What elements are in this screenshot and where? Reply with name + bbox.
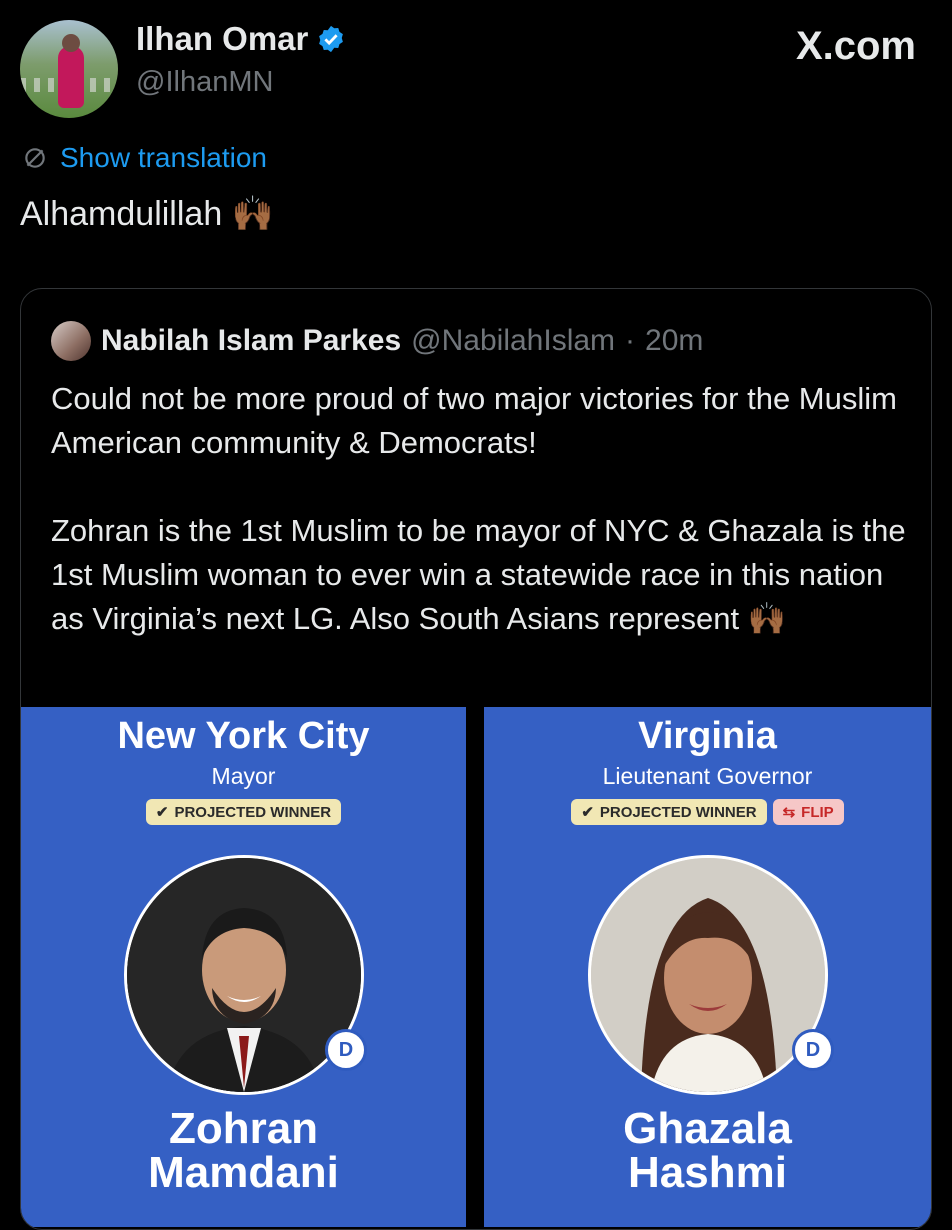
quoted-timestamp[interactable]: 20m xyxy=(645,324,703,358)
card-badges: ✔ PROJECTED WINNER ⇆ FLIP xyxy=(484,799,931,825)
party-badge-democrat: D xyxy=(792,1029,834,1071)
site-label: X.com xyxy=(795,24,916,68)
card-region: Virginia xyxy=(638,715,777,757)
show-translation-label[interactable]: Show translation xyxy=(60,142,267,174)
quoted-author-name[interactable]: Nabilah Islam Parkes xyxy=(101,324,401,358)
card-badges: ✔ PROJECTED WINNER xyxy=(21,799,466,825)
party-badge-democrat: D xyxy=(325,1029,367,1071)
candidate-name: Ghazala Hashmi xyxy=(484,1107,931,1195)
candidate-first-name: Ghazala xyxy=(623,1104,792,1153)
candidate-portrait xyxy=(587,855,828,1095)
checkmark-icon: ✔ xyxy=(581,804,594,821)
projected-winner-label: PROJECTED WINNER xyxy=(174,803,332,821)
verified-badge-icon xyxy=(319,25,344,53)
quoted-paragraph-2: Zohran is the 1st Muslim to be mayor of … xyxy=(51,513,906,636)
card-office: Lieutenant Governor xyxy=(602,763,813,789)
portrait-illustration xyxy=(590,858,825,1092)
election-card-nyc[interactable]: New York City Mayor ✔ PROJECTED WINNER D… xyxy=(21,707,466,1227)
flip-badge: ⇆ FLIP xyxy=(772,799,844,825)
quoted-avatar[interactable] xyxy=(51,321,91,361)
projected-winner-badge: ✔ PROJECTED WINNER xyxy=(145,799,342,825)
flip-label: FLIP xyxy=(801,803,834,821)
candidate-last-name: Hashmi xyxy=(628,1148,787,1197)
tweet-text: Alhamdulillah 🙌🏾 xyxy=(20,195,275,233)
translate-icon xyxy=(25,148,45,168)
quoted-header: Nabilah Islam Parkes @NabilahIslam · 20m xyxy=(51,321,703,361)
candidate-first-name: Zohran xyxy=(168,1104,319,1153)
author-name[interactable]: Ilhan Omar xyxy=(136,20,308,58)
flip-arrows-icon: ⇆ xyxy=(782,804,796,821)
candidate-last-name: Mamdani xyxy=(148,1148,339,1197)
avatar-figure xyxy=(58,46,84,108)
quoted-tweet[interactable]: Nabilah Islam Parkes @NabilahIslam · 20m C… xyxy=(20,288,932,1230)
checkmark-icon: ✔ xyxy=(155,804,169,821)
card-office: Mayor xyxy=(211,763,276,789)
quoted-paragraph-1: Could not be more proud of two major vic… xyxy=(51,381,897,460)
card-region: New York City xyxy=(117,715,370,757)
author-name-row[interactable]: Ilhan Omar xyxy=(136,20,346,58)
quoted-text: Could not be more proud of two major vic… xyxy=(51,377,911,685)
show-translation-link[interactable]: Show translation xyxy=(22,142,267,174)
projected-winner-label: PROJECTED WINNER xyxy=(599,803,757,821)
projected-winner-badge: ✔ PROJECTED WINNER xyxy=(571,799,767,825)
quoted-author-handle[interactable]: @NabilahIslam xyxy=(411,324,615,358)
quoted-separator: · xyxy=(625,324,636,357)
avatar-head xyxy=(62,34,80,52)
election-card-virginia[interactable]: Virginia Lieutenant Governor ✔ PROJECTED… xyxy=(484,707,931,1227)
author-handle[interactable]: @IlhanMN xyxy=(136,66,273,99)
candidate-name: Zohran Mamdani xyxy=(21,1107,466,1195)
author-avatar[interactable] xyxy=(20,20,118,118)
